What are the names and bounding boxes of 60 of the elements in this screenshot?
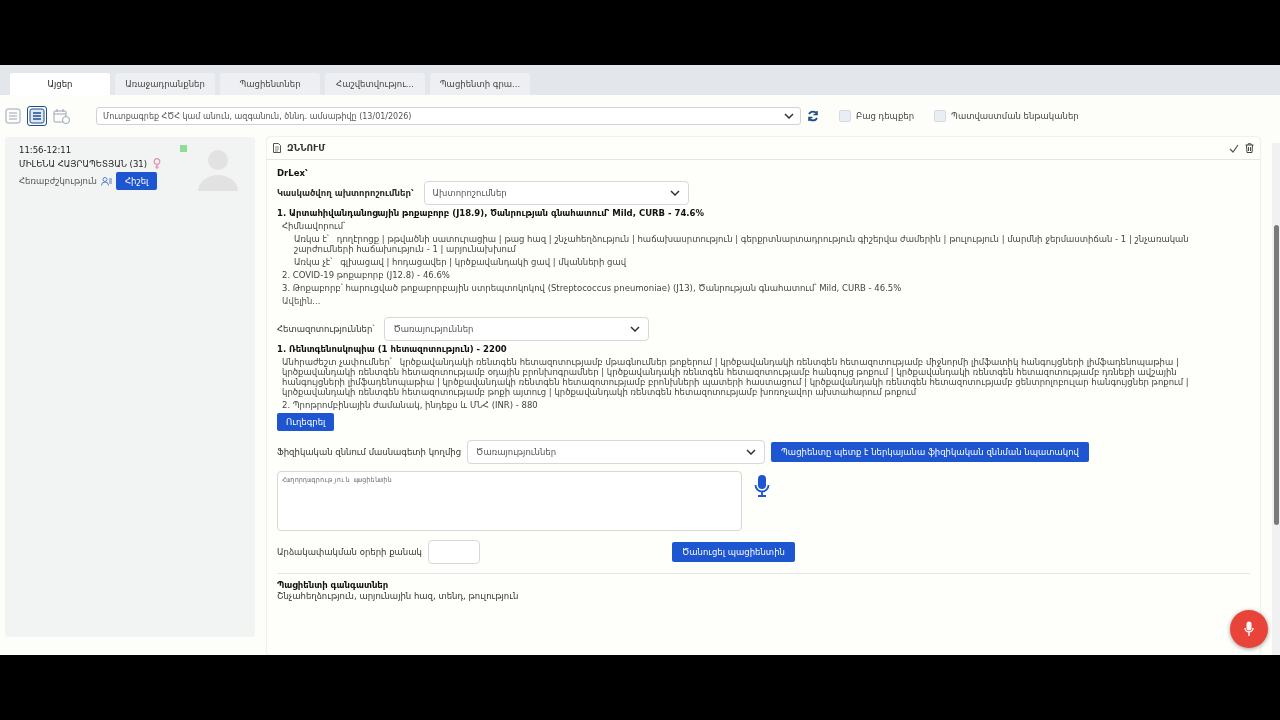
status-icon bbox=[180, 145, 187, 152]
checkbox[interactable] bbox=[839, 110, 851, 122]
checkbox[interactable] bbox=[934, 110, 947, 122]
complaints-title: Պացիենտի գանգատներ bbox=[277, 580, 390, 590]
rationale-label: Հիմնավորում՝ bbox=[281, 221, 347, 231]
patient-name: ՄԻԼԵՆԱ ՀԱՅՐԱՊԵՏՅԱՆ (31) bbox=[19, 158, 147, 169]
view-toggle[interactable] bbox=[4, 107, 22, 125]
complaints-text: Շնչահեղձություն, արյունային հազ, տենդ, թուլություն bbox=[277, 591, 520, 601]
view-toggle[interactable] bbox=[28, 107, 46, 125]
symptoms-absent: Առկա չէ՝ գլխացավ | հոդացավեր | կրծքավանդակի ցավ | մկանների ցավ bbox=[293, 257, 628, 267]
chevron-down-icon bbox=[669, 190, 680, 196]
visit-type: Հեռաբժշկություն bbox=[19, 176, 97, 186]
field-label: Ֆիզիկական զննում մասնագետի կողմից bbox=[277, 447, 462, 457]
tab[interactable]: Պացիենտներ bbox=[220, 73, 320, 95]
calendar-icon bbox=[53, 108, 71, 124]
field-label: Հետազոտություններ՝ bbox=[277, 324, 375, 334]
services-dropdown[interactable]: Ծառայություններ bbox=[467, 440, 766, 464]
microphone-icon bbox=[1244, 621, 1254, 637]
trash-icon[interactable] bbox=[1245, 143, 1254, 153]
checkbox-label: Բաց դեպքեր bbox=[856, 111, 915, 121]
services-dropdown[interactable]: Ծառայություններ bbox=[384, 317, 650, 341]
checkbox-label: Պատվաստման ենթականեր bbox=[951, 111, 1079, 121]
chevron-down-icon bbox=[630, 326, 641, 332]
tab[interactable]: Առաջադրանքներ bbox=[115, 73, 215, 95]
diagnosis-title: 2. COVID-19 թոքաբորբ (J12.8) - 46.6% bbox=[281, 270, 451, 280]
more-link[interactable]: Ավելին... bbox=[277, 296, 1250, 306]
tab[interactable]: Այցեր bbox=[10, 73, 110, 95]
chevron-down-icon bbox=[746, 449, 757, 455]
diagnosis-title: 1. Արտահիվանդանոցային թոքաբորբ (J18.9), Ծանրության գնահատում՝ Mild, CURB - 74.6% bbox=[277, 208, 705, 218]
diagnoses-dropdown[interactable]: Ախտորոշումներ bbox=[423, 181, 689, 205]
refresh-icon[interactable] bbox=[807, 110, 819, 122]
days-field[interactable] bbox=[427, 540, 480, 564]
section-title: ԶՆՆՈՒՄ bbox=[287, 143, 326, 153]
test-details: Անհրաժեշտ չափումներ՝ կրծքավանդակի ռենտգեն հետազոտությամբ մթագնումներ թոքերում | կրծքավանդակի ռենտգեն հետազոտությամբ միջնորմի լիմֆատիկ հանգույցների լիմֆադենոպաթիա | կրծքավանդակի ռենտգեն հետազոտությամբ օդային բրոնխոգրամներ | կրծքավանդակի ռենտգեն հետազոտությամբ հանգույց թոքում | կրծքավանդակի ռենտգեն հետազոտությամբ դռնեքի ավշային հանգույցների լիմֆադենոպաթիա | կրծքավանդակի ռենտգեն հետազոտությամբ բրոնխների պատերի հաստացում | կրծքավանդակի ռենտգեն հետազոտությամբ ցենտրոլոբուլար հանգույցներ թոքում | կրծքավանդակի ռենտգեն հետազոտությամբ թոքի այտուց | կրծքավանդակի ռենտգեն հետազոտությամբ խոռոչավոր ախտահարում թոքում bbox=[281, 357, 1190, 397]
female-icon bbox=[153, 158, 161, 169]
tab[interactable]: Պացիենտի գրա... bbox=[430, 73, 530, 95]
list-icon bbox=[5, 108, 21, 124]
symptoms-present: Առկա է՝ դողէրոցք | թթվածնի սատուրացիա | թաց հազ | շնչահեղձություն | հաճախասրտություն | գերքրտնարտադրություն գիշերվա ժամերին | թուլություն | մարմնի ջերմաստիճան - 1 | շնչառական շարժումների հաճախություն - 1 | արյունախխում bbox=[293, 234, 1190, 254]
list-icon bbox=[29, 108, 45, 124]
remember-button[interactable]: Հիշել bbox=[116, 172, 158, 190]
check-icon[interactable] bbox=[1229, 143, 1239, 153]
search-field[interactable]: Մուտքագրեք ՀԾՀ կամ անուն, ազգանուն, ծննդ. ամսաթիվը (13/01/2026) bbox=[96, 107, 801, 125]
document-icon bbox=[273, 143, 281, 153]
field-label: Կասկածվող ախտորոշումներ՝ bbox=[277, 188, 414, 198]
tab[interactable]: Հաշվետվությու... bbox=[325, 73, 425, 95]
visit-time: 11:56-12:11 bbox=[19, 145, 73, 155]
view-toggle[interactable] bbox=[52, 107, 72, 125]
test-title: 1. Ռենտգենոսկոպիա (1 հետազոտություն) - 2200 bbox=[277, 344, 508, 354]
diagnosis-title: 3. Թոքաբորբ՝ հարուցված թոքաբորբային ստրեպտոկոկով (Streptococcus pneumoniae) (J13), Ծանրության գնահատում՝ Mild, CURB - 46.5% bbox=[281, 283, 903, 293]
physical-exam-button[interactable]: Պացիենտը պետք է ներկայանա ֆիզիկական զննման նպատակով bbox=[771, 442, 1089, 462]
visit-card[interactable]: 11:56-12:11 ՄԻԼԵՆԱ ՀԱՅՐԱՊԵՏՅԱՆ (31) Հեռաբժշկություն Հիշել bbox=[5, 137, 255, 637]
people-icon bbox=[101, 176, 112, 186]
test-title: 2. Պրոթրոմբինային ժամանակ, ինդեքս և ՄՆՀ (INR) - 880 bbox=[281, 400, 539, 410]
microphone-icon[interactable] bbox=[754, 474, 770, 498]
scrollbar[interactable] bbox=[1272, 143, 1280, 655]
refer-button[interactable]: Ուղեգրել bbox=[277, 413, 335, 431]
notify-button[interactable]: Ծանուցել պացիենտին bbox=[671, 542, 795, 562]
source-label: DrLex՝ bbox=[277, 168, 309, 178]
field-label: Արձակափակման օրերի քանակ bbox=[277, 547, 422, 557]
chevron-down-icon bbox=[784, 113, 794, 119]
